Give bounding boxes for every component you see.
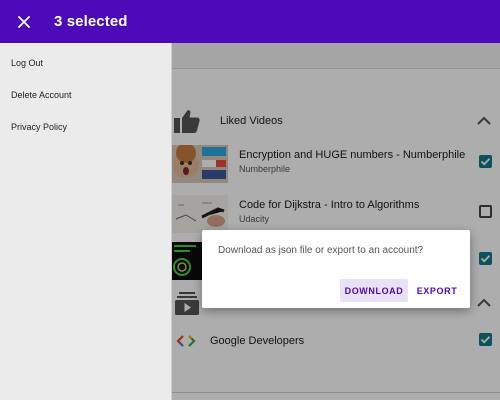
close-icon: [18, 15, 30, 28]
drawer-item-privacy-policy[interactable]: Privacy Policy: [11, 122, 67, 132]
dialog-message: Download as json file or export to an ac…: [218, 245, 424, 256]
export-dialog: Download as json file or export to an ac…: [202, 230, 470, 308]
close-button[interactable]: [13, 11, 35, 33]
selection-count-title: 3 selected: [54, 13, 128, 30]
download-button[interactable]: DOWNLOAD: [340, 279, 408, 302]
export-button[interactable]: EXPORT: [413, 279, 461, 302]
navigation-drawer: Log Out Delete Account Privacy Policy: [0, 43, 172, 400]
app-bar: 3 selected: [0, 0, 500, 43]
drawer-item-delete-account[interactable]: Delete Account: [11, 90, 72, 100]
drawer-item-log-out[interactable]: Log Out: [11, 58, 43, 68]
